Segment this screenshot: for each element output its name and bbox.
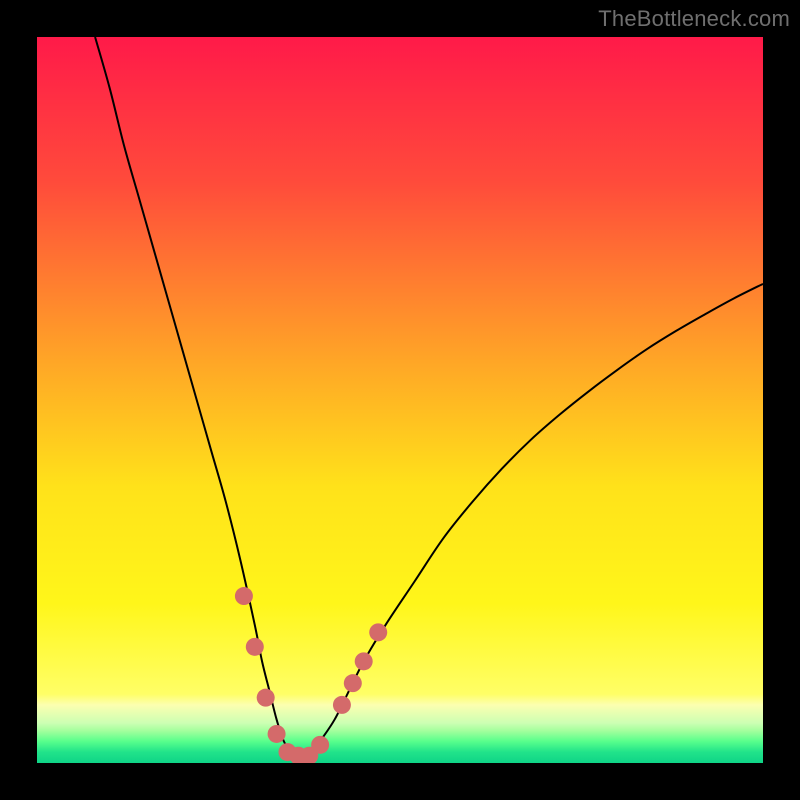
highlight-marker bbox=[235, 587, 253, 605]
highlight-marker bbox=[344, 674, 362, 692]
highlight-marker bbox=[268, 725, 286, 743]
highlight-marker bbox=[369, 623, 387, 641]
watermark-text: TheBottleneck.com bbox=[598, 6, 790, 32]
highlight-marker bbox=[257, 689, 275, 707]
highlight-marker bbox=[333, 696, 351, 714]
highlight-marker bbox=[355, 652, 373, 670]
highlight-marker bbox=[246, 638, 264, 656]
chart-svg bbox=[37, 37, 763, 763]
chart-plot-area bbox=[37, 37, 763, 763]
chart-background bbox=[37, 37, 763, 763]
highlight-marker bbox=[311, 736, 329, 754]
outer-frame: TheBottleneck.com bbox=[0, 0, 800, 800]
